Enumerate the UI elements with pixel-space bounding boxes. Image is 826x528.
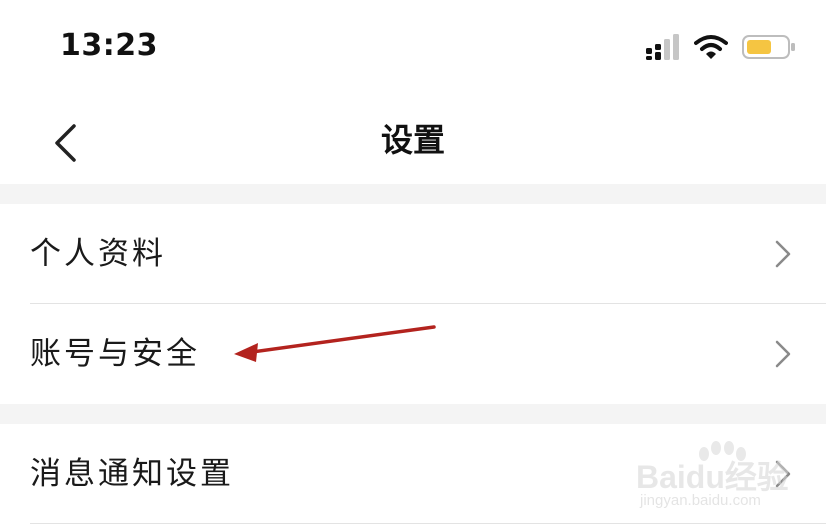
section-gap — [0, 404, 826, 424]
settings-item-label: 个人资料 — [30, 236, 166, 272]
signal-icon — [646, 34, 680, 64]
settings-item-label: 账号与安全 — [30, 336, 200, 372]
watermark-url: jingyan.baidu.com — [640, 492, 761, 509]
battery-icon — [742, 34, 796, 64]
page-title: 设置 — [380, 121, 445, 159]
wifi-icon — [694, 34, 728, 64]
status-bar: 13:23 — [0, 0, 826, 100]
row-divider — [30, 523, 826, 524]
settings-item-label: 消息通知设置 — [30, 456, 234, 492]
chevron-right-icon — [775, 240, 791, 268]
nav-bar: 设置 — [0, 100, 826, 184]
status-icons — [646, 34, 796, 64]
status-time: 13:23 — [60, 28, 158, 63]
settings-item-account-security[interactable]: 账号与安全 — [0, 304, 826, 403]
section-gap — [0, 184, 826, 204]
chevron-right-icon — [775, 340, 791, 368]
baidu-watermark: Baidu经验 jingyan.baidu.com — [632, 440, 812, 520]
settings-item-profile[interactable]: 个人资料 — [0, 204, 826, 303]
